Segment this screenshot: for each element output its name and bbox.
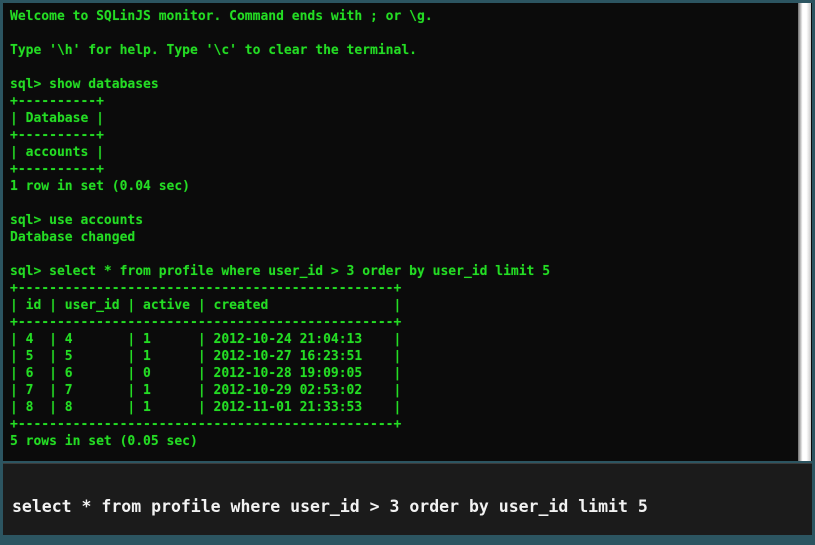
terminal-line: | 7 | 7 | 1 | 2012-10-29 02:53:02 | [10, 383, 402, 398]
terminal-line: | id | user_id | active | created | [10, 298, 402, 313]
terminal-line: sql> select * from profile where user_id… [10, 264, 551, 279]
terminal-vertical-scrollbar[interactable] [797, 3, 812, 461]
terminal-line: 5 rows in set (0.05 sec) [10, 434, 198, 449]
terminal-output-text: Welcome to SQLinJS monitor. Command ends… [3, 3, 798, 450]
terminal-line: | 4 | 4 | 1 | 2012-10-24 21:04:13 | [10, 332, 402, 347]
terminal-line: +----------+ [10, 94, 104, 109]
command-input-bar[interactable] [3, 463, 812, 535]
terminal-line: sql> show databases [10, 77, 159, 92]
terminal-line: | Database | [10, 111, 104, 126]
terminal-line: sql> use accounts [10, 213, 144, 228]
scrollbar-thumb[interactable] [798, 3, 811, 461]
terminal-line: +---------------------------------------… [10, 417, 402, 432]
terminal-line: Database changed [10, 230, 136, 245]
terminal-line: | 6 | 6 | 0 | 2012-10-28 19:09:05 | [10, 366, 402, 381]
terminal-line: 1 row in set (0.04 sec) [10, 179, 191, 194]
terminal-line: | accounts | [10, 145, 104, 160]
terminal-line: Welcome to SQLinJS monitor. Command ends… [10, 9, 433, 24]
terminal-line: +---------------------------------------… [10, 281, 402, 296]
terminal-line: +---------------------------------------… [10, 315, 402, 330]
terminal-line: Type '\h' for help. Type '\c' to clear t… [10, 43, 417, 58]
command-input[interactable] [3, 464, 812, 535]
sqlinjs-terminal-app: Welcome to SQLinJS monitor. Command ends… [0, 0, 815, 545]
terminal-line: +----------+ [10, 128, 104, 143]
terminal-output-pane[interactable]: Welcome to SQLinJS monitor. Command ends… [3, 3, 812, 461]
terminal-line: +----------+ [10, 162, 104, 177]
terminal-line: | 8 | 8 | 1 | 2012-11-01 21:33:53 | [10, 400, 402, 415]
terminal-line: | 5 | 5 | 1 | 2012-10-27 16:23:51 | [10, 349, 402, 364]
